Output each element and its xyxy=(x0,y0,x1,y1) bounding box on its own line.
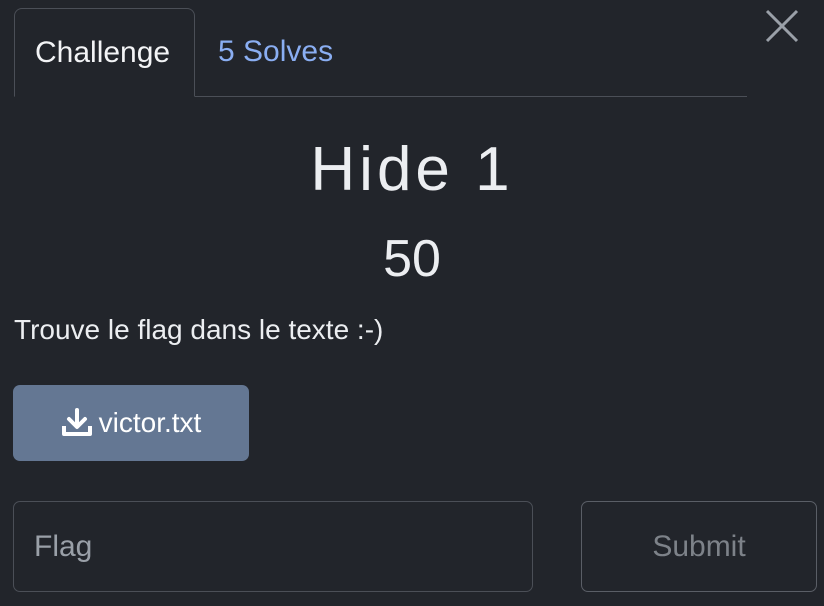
challenge-modal: Challenge 5 Solves Hide 1 50 Trouve le f… xyxy=(0,0,824,606)
download-file-button[interactable]: victor.txt xyxy=(13,385,249,461)
close-icon xyxy=(765,9,799,43)
challenge-description: Trouve le flag dans le texte :-) xyxy=(14,314,384,345)
download-icon xyxy=(61,408,92,436)
close-button[interactable] xyxy=(760,4,804,48)
tab-challenge[interactable]: Challenge xyxy=(14,8,195,97)
challenge-title: Hide 1 xyxy=(310,135,514,204)
flag-input[interactable] xyxy=(13,501,533,592)
challenge-points: 50 xyxy=(383,230,441,288)
submit-button[interactable]: Submit xyxy=(581,501,817,592)
challenge-tabs: Challenge 5 Solves xyxy=(14,8,747,97)
file-name: victor.txt xyxy=(98,407,202,438)
tab-solves[interactable]: 5 Solves xyxy=(218,8,333,96)
